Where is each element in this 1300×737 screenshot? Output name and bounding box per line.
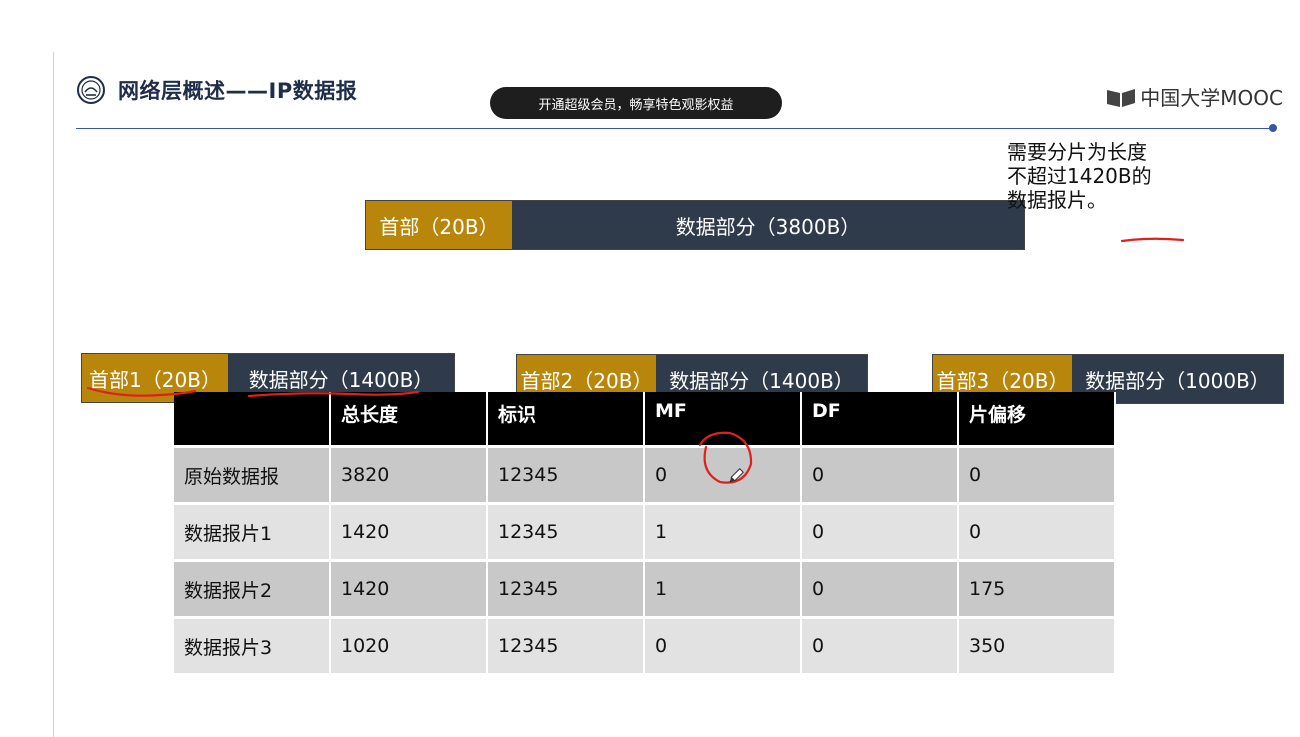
table-cell: 1420 (331, 562, 488, 619)
table-cell: 0 (802, 505, 959, 562)
table-cell: 12345 (488, 619, 645, 676)
table-cell: 1 (645, 505, 802, 562)
table-cell: 12345 (488, 448, 645, 505)
table-cell: 数据报片3 (174, 619, 331, 676)
table-cell: 1020 (331, 619, 488, 676)
fragment-requirement-note: 需要分片为长度 不超过1420B的 数据报片。 (1007, 140, 1187, 212)
table-cell: 350 (959, 619, 1116, 676)
table-cell: 0 (802, 448, 959, 505)
original-data-segment: 数据部分（3800B） (512, 201, 1024, 249)
brand-name: 中国大学MOOC (1140, 86, 1283, 110)
table-cell: 原始数据报 (174, 448, 331, 505)
column-header (174, 392, 331, 448)
brand-logo: 中国大学MOOC (1106, 82, 1283, 111)
table-cell: 3820 (331, 448, 488, 505)
table-cell: 数据报片2 (174, 562, 331, 619)
divider-dot (1269, 124, 1277, 132)
table-cell: 0 (802, 562, 959, 619)
mooc-book-icon (1107, 88, 1136, 107)
vip-promo-banner[interactable]: 开通超级会员，畅享特色观影权益 (490, 87, 782, 119)
page-title: 网络层概述——IP数据报 (118, 79, 358, 103)
column-header: 标识 (488, 392, 645, 448)
table-cell: 175 (959, 562, 1116, 619)
column-header: MF (645, 392, 802, 448)
table-cell: 0 (645, 619, 802, 676)
table-cell: 0 (959, 448, 1116, 505)
original-header-segment: 首部（20B） (366, 201, 512, 249)
title-divider (76, 128, 1271, 129)
table-row: 数据报片1 1420 12345 1 0 0 (174, 505, 1116, 562)
column-header: 片偏移 (959, 392, 1116, 448)
fragmentation-table: 总长度 标识 MF DF 片偏移 原始数据报 3820 12345 0 0 0 … (174, 392, 1116, 676)
table-header-row: 总长度 标识 MF DF 片偏移 (174, 392, 1116, 448)
table-cell: 12345 (488, 505, 645, 562)
note-line: 不超过1420B的 (1007, 164, 1152, 188)
table-cell: 1 (645, 562, 802, 619)
table-cell: 1420 (331, 505, 488, 562)
table-row: 原始数据报 3820 12345 0 0 0 (174, 448, 1116, 505)
table-cell: 0 (959, 505, 1116, 562)
column-header: DF (802, 392, 959, 448)
table-cell: 12345 (488, 562, 645, 619)
slide-header: 网络层概述——IP数据报 (76, 72, 357, 108)
original-datagram: 首部（20B） 数据部分（3800B） (365, 200, 1025, 250)
table-row: 数据报片2 1420 12345 1 0 175 (174, 562, 1116, 619)
top-blank-strip (0, 0, 1300, 52)
university-logo-icon (77, 76, 105, 104)
note-line: 数据报片。 (1007, 188, 1107, 212)
table-cell: 0 (645, 448, 802, 505)
column-header: 总长度 (331, 392, 488, 448)
table-row: 数据报片3 1020 12345 0 0 350 (174, 619, 1116, 676)
table-cell: 0 (802, 619, 959, 676)
table-cell: 数据报片1 (174, 505, 331, 562)
note-line: 需要分片为长度 (1007, 140, 1147, 164)
